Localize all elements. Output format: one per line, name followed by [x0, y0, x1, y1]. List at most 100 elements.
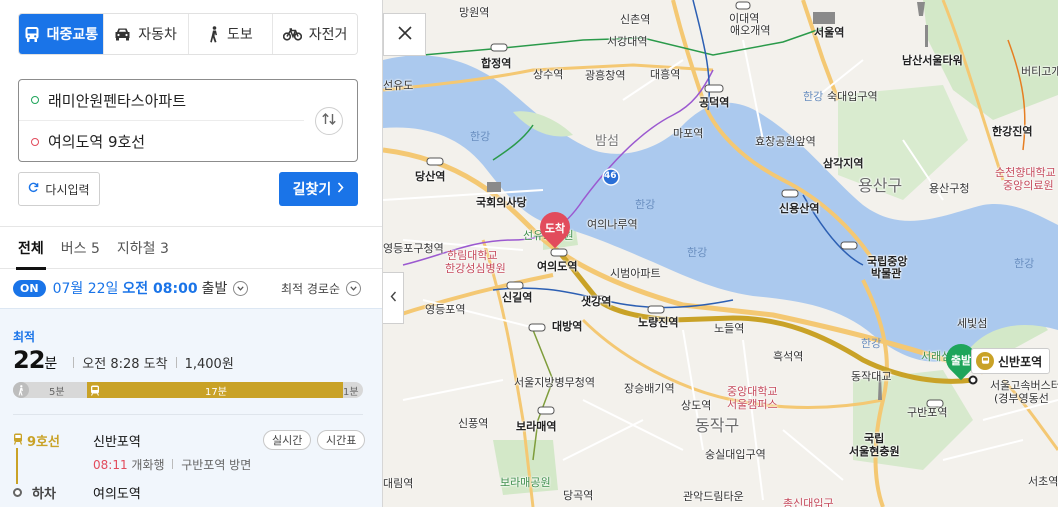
map-label: 한강성심병원	[445, 262, 506, 275]
map-label: 흑석역	[773, 350, 804, 363]
mode-transit-label: 대중교통	[46, 27, 99, 43]
subway-icon	[976, 352, 994, 370]
refresh-icon	[28, 182, 39, 196]
map-label: 총신대입구	[783, 497, 834, 507]
swap-arrows-icon	[321, 112, 337, 130]
map-label: 광흥창역	[585, 69, 626, 82]
route-result-card[interactable]: 최적 22 분 오전 8:28 도착 1,400원 5분 17분 1분 9호선 …	[0, 308, 382, 507]
board-step: 9호선 신반포역	[13, 431, 141, 450]
train-info: 08:11 개화행 구반포역 방면	[93, 456, 251, 473]
mode-walk-tab[interactable]: 도보	[187, 14, 273, 54]
map-label: 국회의사당	[476, 196, 527, 209]
tab-all[interactable]: 전체	[16, 227, 46, 270]
sort-dropdown[interactable]: 최적 경로순	[281, 280, 361, 297]
map-label: 신용산역	[779, 202, 820, 215]
realtime-button[interactable]: 실시간	[263, 430, 312, 450]
map-label: 당산역	[415, 170, 446, 183]
route-connector-line	[16, 448, 18, 484]
result-filter-tabs: 전체 버스 5 지하철 3	[0, 227, 382, 270]
map-label: 신풍역	[458, 417, 489, 430]
departure-dropdown-icon[interactable]	[233, 280, 249, 296]
river-label: 한강	[803, 90, 824, 103]
summary-separator	[175, 357, 177, 368]
map-label: 대림역	[383, 477, 414, 490]
map-label: 동작대교	[851, 370, 892, 383]
destination-dot-icon	[31, 137, 39, 146]
map-label: 서강대역	[607, 35, 648, 48]
map-label: 숙대입구역	[827, 90, 878, 103]
route-summary: 22 분 오전 8:28 도착 1,400원	[13, 346, 234, 374]
departure-time[interactable]: 오전 08:00	[122, 278, 197, 298]
map-label: 공덕역	[699, 96, 730, 109]
walk-icon	[13, 382, 29, 398]
river-label: 한강	[1014, 257, 1035, 270]
departure-toggle-badge[interactable]: ON	[13, 279, 46, 297]
swap-route-button[interactable]	[315, 107, 343, 135]
chevron-left-icon	[390, 291, 397, 306]
transport-mode-tabs: 대중교통 자동차 도보 자전거	[18, 13, 358, 55]
result-divider	[13, 414, 363, 415]
map-label: 효창공원앞역	[755, 135, 816, 148]
alight-step: 하차 여의도역	[13, 483, 141, 502]
walk-start-label: 5분	[49, 387, 65, 398]
alight-station[interactable]: 여의도역	[93, 483, 141, 502]
train-depart-time: 08:11	[93, 458, 128, 472]
map-label: 여의나루역	[587, 218, 638, 231]
chevron-right-icon	[337, 181, 344, 197]
alight-label: 하차	[32, 487, 56, 502]
mode-transit-tab[interactable]: 대중교통	[19, 14, 103, 54]
origin-field[interactable]: 래미안원펜타스아파트	[19, 80, 304, 121]
timetable-button[interactable]: 시간표	[317, 430, 366, 450]
map-label: 선유도	[383, 79, 414, 92]
bus-icon	[24, 26, 40, 43]
mode-car-tab[interactable]: 자동차	[102, 14, 188, 54]
bicycle-icon	[282, 27, 302, 41]
map-label: 관악드림타운	[683, 490, 744, 503]
map-label: 마포역	[673, 127, 704, 140]
tab-subway[interactable]: 지하철 3	[117, 227, 169, 269]
line-tag: 9호선	[13, 431, 93, 450]
search-route-button[interactable]: 길찾기	[279, 172, 358, 206]
mode-walk-label: 도보	[226, 27, 253, 43]
reset-input-button[interactable]: 다시입력	[18, 172, 100, 206]
mode-bicycle-tab[interactable]: 자전거	[272, 14, 357, 54]
board-station[interactable]: 신반포역	[93, 431, 141, 450]
map-label: 시범아파트	[610, 267, 661, 280]
map-label: 세빛섬	[957, 317, 988, 330]
fare: 1,400원	[184, 357, 234, 372]
map-label: 망원역	[459, 6, 490, 19]
route-input-box: 래미안원펜타스아파트 여의도역 9호선	[18, 79, 358, 162]
map-view[interactable]: 망원역 신촌역 이대역 애오개역 서울역 남산서울타워 서강대역 합정역 상수역…	[383, 0, 1058, 507]
info-separator	[172, 459, 174, 469]
collapse-panel-button[interactable]	[383, 272, 404, 324]
destination-field[interactable]: 여의도역 9호선	[19, 121, 304, 162]
map-label: 박물관	[871, 267, 902, 280]
river-label: 한강	[687, 246, 708, 259]
subway-line-icon	[13, 433, 23, 449]
river-label: 한강	[470, 130, 491, 143]
train-platform: 구반포역 방면	[181, 458, 252, 472]
map-label: 여의도역	[537, 260, 578, 273]
walk-end-label: 1분	[343, 387, 359, 398]
map-label: 합정역	[481, 57, 512, 70]
subway-segment-label: 17분	[205, 387, 227, 398]
start-station-name: 신반포역	[998, 354, 1043, 369]
duration-value: 22	[13, 346, 45, 374]
close-directions-button[interactable]	[383, 13, 426, 56]
destination-text: 여의도역 9호선	[48, 133, 146, 151]
line-name: 9호선	[27, 435, 60, 450]
mode-car-label: 자동차	[138, 27, 177, 43]
close-icon	[397, 25, 412, 44]
start-station-card[interactable]: 신반포역	[971, 348, 1051, 374]
map-label: 용산구청	[929, 182, 970, 195]
map-label: 버티고개역	[1021, 65, 1058, 78]
car-icon	[114, 27, 131, 41]
departure-date[interactable]: 07월 22일	[53, 278, 119, 298]
map-label: 대흥역	[650, 68, 681, 81]
map-label: (경부영동선	[994, 392, 1049, 405]
tab-bus[interactable]: 버스 5	[61, 227, 100, 269]
arrival-marker[interactable]: 도착	[533, 205, 577, 250]
subway-icon	[87, 382, 103, 398]
district-label: 동작구	[695, 416, 740, 435]
map-label: 보라매공원	[500, 476, 551, 489]
